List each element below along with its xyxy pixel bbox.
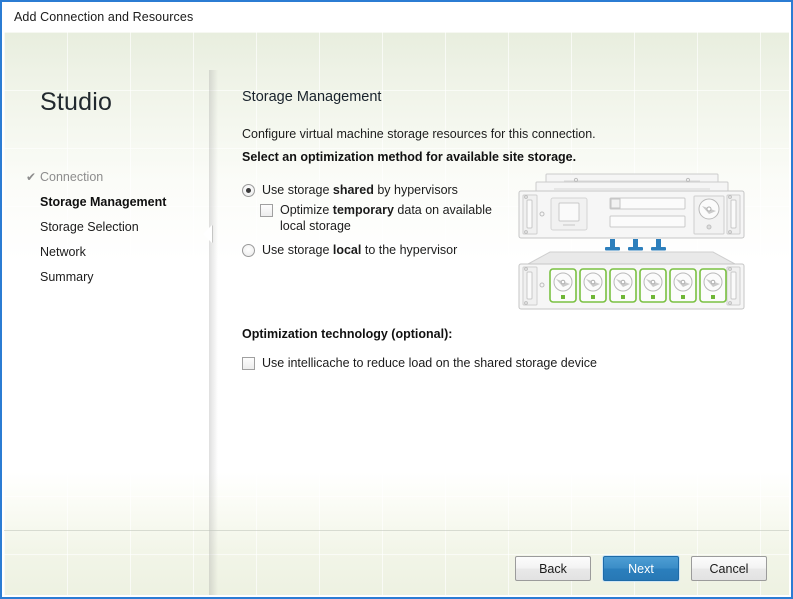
optimization-heading: Optimization technology (optional): bbox=[242, 327, 662, 341]
option-label: Use intellicache to reduce load on the s… bbox=[262, 355, 597, 371]
back-button[interactable]: Back bbox=[515, 556, 591, 581]
option-optimize-temporary-data[interactable]: Optimize temporary data on available loc… bbox=[260, 202, 512, 234]
active-step-pointer-icon bbox=[203, 225, 212, 243]
page-title: Storage Management bbox=[242, 89, 381, 105]
intro-text-primary: Configure virtual machine storage resour… bbox=[242, 127, 596, 141]
sidebar-item-storage-selection[interactable]: Storage Selection bbox=[40, 215, 208, 240]
sidebar: Studio ✔ Connection Storage Management S… bbox=[4, 32, 209, 595]
optimization-technology-section: Optimization technology (optional): Use … bbox=[242, 327, 662, 375]
sidebar-item-network[interactable]: Network bbox=[40, 240, 208, 265]
cancel-button[interactable]: Cancel bbox=[691, 556, 767, 581]
wizard-body: Studio ✔ Connection Storage Management S… bbox=[4, 32, 789, 595]
main-content: Storage Management Configure virtual mac… bbox=[218, 32, 789, 595]
checkbox-optimize-temporary-data[interactable] bbox=[260, 204, 273, 217]
sidebar-item-summary[interactable]: Summary bbox=[40, 265, 208, 290]
sidebar-item-label: Network bbox=[40, 240, 86, 265]
footer-separator bbox=[4, 530, 789, 531]
option-label-emphasis: temporary bbox=[333, 203, 394, 217]
option-label-emphasis: shared bbox=[333, 183, 374, 197]
sidebar-item-storage-management[interactable]: Storage Management bbox=[40, 190, 208, 215]
option-label-pre: Use storage bbox=[262, 243, 333, 257]
footer-buttons: Back Next Cancel bbox=[515, 556, 767, 581]
option-label-emphasis: local bbox=[333, 243, 362, 257]
check-icon: ✔ bbox=[26, 165, 36, 190]
radio-local-storage[interactable] bbox=[242, 244, 255, 257]
next-button[interactable]: Next bbox=[603, 556, 679, 581]
option-label-pre: Use storage bbox=[262, 183, 333, 197]
option-use-shared-storage[interactable]: Use storage shared by hypervisors bbox=[242, 182, 512, 198]
title-bar: Add Connection and Resources bbox=[2, 2, 791, 32]
option-label-post: to the hypervisor bbox=[361, 243, 457, 257]
panel-divider bbox=[209, 70, 218, 595]
option-use-local-storage[interactable]: Use storage local to the hypervisor bbox=[242, 242, 512, 258]
option-label: Use storage shared by hypervisors bbox=[262, 182, 458, 198]
step-list: ✔ Connection Storage Management Storage … bbox=[40, 165, 208, 290]
wizard-window: Add Connection and Resources Studio ✔ Co… bbox=[0, 0, 793, 599]
sidebar-item-label: Connection bbox=[40, 165, 103, 190]
checkbox-intellicache[interactable] bbox=[242, 357, 255, 370]
option-label: Optimize temporary data on available loc… bbox=[280, 202, 512, 234]
option-label: Use storage local to the hypervisor bbox=[262, 242, 457, 258]
sidebar-item-label: Storage Management bbox=[40, 190, 166, 215]
storage-option-group: Use storage shared by hypervisors Optimi… bbox=[242, 182, 512, 262]
option-use-intellicache[interactable]: Use intellicache to reduce load on the s… bbox=[242, 355, 662, 371]
option-label-post: by hypervisors bbox=[374, 183, 458, 197]
radio-shared-storage[interactable] bbox=[242, 184, 255, 197]
window-title: Add Connection and Resources bbox=[14, 10, 193, 24]
sidebar-item-connection[interactable]: ✔ Connection bbox=[40, 165, 208, 190]
option-label-pre: Optimize bbox=[280, 203, 333, 217]
storage-diagram-illustration bbox=[514, 172, 749, 312]
intro-text-instruction: Select an optimization method for availa… bbox=[242, 150, 576, 164]
sidebar-item-label: Storage Selection bbox=[40, 215, 139, 240]
sidebar-item-label: Summary bbox=[40, 265, 93, 290]
studio-brand: Studio bbox=[40, 88, 112, 117]
